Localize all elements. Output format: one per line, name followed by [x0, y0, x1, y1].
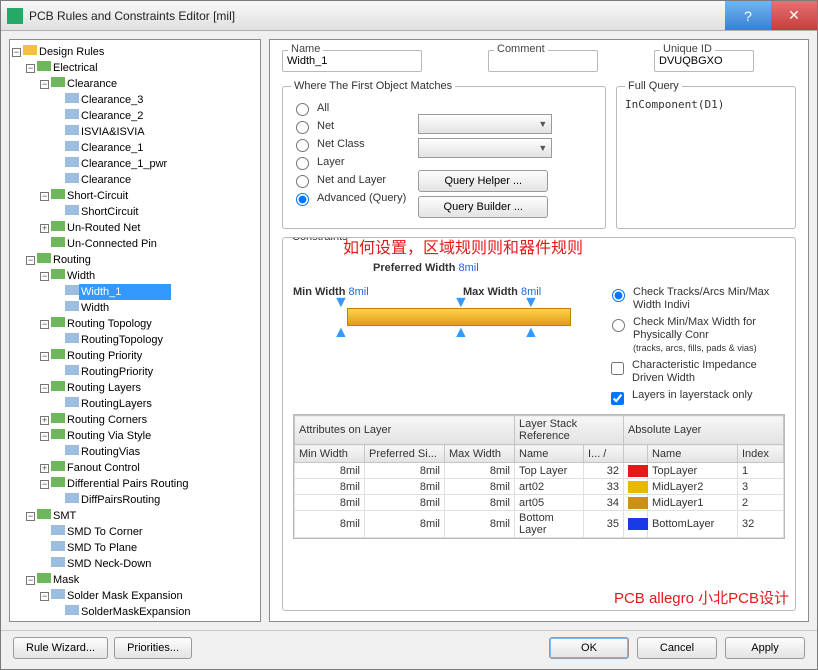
window-title: PCB Rules and Constraints Editor [mil] [29, 9, 725, 23]
dialog-buttons: Rule Wizard... Priorities... OK Cancel A… [1, 630, 817, 669]
title-bar: PCB Rules and Constraints Editor [mil] ?… [1, 1, 817, 31]
tree-electrical[interactable]: Electrical [51, 60, 100, 76]
header-row: Name Comment Unique ID [282, 50, 796, 72]
where-matches-group: Where The First Object Matches All Net N… [282, 80, 606, 229]
priorities-button[interactable]: Priorities... [114, 637, 192, 659]
impedance-check [611, 362, 624, 375]
help-button[interactable]: ? [725, 1, 771, 30]
close-button[interactable]: ✕ [771, 1, 817, 30]
tree-clearance[interactable]: Clearance [65, 76, 119, 92]
netclass-combo[interactable]: ▼ [418, 138, 552, 158]
net-combo[interactable]: ▼ [418, 114, 552, 134]
layers-grid[interactable]: Attributes on Layer Layer Stack Referenc… [293, 414, 785, 539]
constraints-group: Constraints 如何设置，区域规则则和器件规则 Preferred Wi… [282, 237, 796, 611]
apply-button[interactable]: Apply [725, 637, 805, 659]
layerstack-check [611, 392, 624, 405]
main-window: PCB Rules and Constraints Editor [mil] ?… [0, 0, 818, 670]
watermark-text: PCB allegro 小北PCB设计 [614, 587, 789, 608]
table-row[interactable]: 8mil8mil8milart0233MidLayer23 [295, 479, 784, 495]
table-row[interactable]: 8mil8mil8milart0534MidLayer12 [295, 495, 784, 511]
app-icon [7, 8, 23, 24]
rule-wizard-button[interactable]: Rule Wizard... [13, 637, 108, 659]
check-phys-radio [612, 319, 625, 332]
cancel-button[interactable]: Cancel [637, 637, 717, 659]
tree-routing[interactable]: Routing [51, 252, 93, 268]
tree-root[interactable]: Design Rules [37, 44, 106, 60]
table-row[interactable]: 8mil8mil8milBottom Layer35BottomLayer32 [295, 511, 784, 538]
ok-button[interactable]: OK [549, 637, 629, 659]
query-helper-button[interactable]: Query Helper ... [418, 170, 548, 192]
full-query-group: Full Query InComponent(D1) [616, 80, 796, 229]
annotation-top: 如何设置，区域规则则和器件规则 [343, 237, 583, 258]
check-tracks-radio [612, 289, 625, 302]
full-query-text[interactable]: InComponent(D1) [625, 98, 787, 111]
rules-tree[interactable]: −Design Rules −Electrical −Clearance Cle… [9, 39, 261, 622]
query-builder-button[interactable]: Query Builder ... [418, 196, 548, 218]
match-radios: All Net Net Class Layer Net and Layer Ad… [291, 98, 406, 218]
table-row[interactable]: 8mil8mil8milTop Layer32TopLayer1 [295, 463, 784, 479]
tree-width-1-selected[interactable]: Width_1 [79, 284, 171, 300]
rule-editor-panel: Name Comment Unique ID Where The First O… [269, 39, 809, 622]
